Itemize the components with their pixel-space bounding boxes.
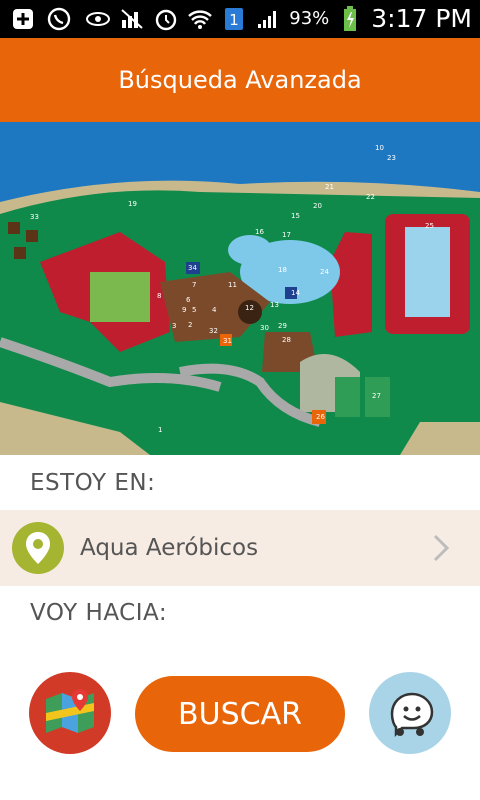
clock: 3:17 PM xyxy=(371,4,472,33)
svg-text:29: 29 xyxy=(278,322,287,330)
svg-text:31: 31 xyxy=(223,337,232,345)
svg-text:1: 1 xyxy=(158,426,162,434)
eye-icon xyxy=(85,6,111,32)
sim-icon: 1 xyxy=(221,6,247,32)
battery-charging-icon xyxy=(337,5,363,32)
location-pin-icon xyxy=(12,522,64,574)
search-button[interactable]: BUSCAR xyxy=(135,676,345,752)
svg-text:5: 5 xyxy=(192,306,196,314)
svg-text:19: 19 xyxy=(128,200,137,208)
signal-muted-icon xyxy=(119,6,145,32)
page-title: Búsqueda Avanzada xyxy=(118,66,362,94)
svg-text:6: 6 xyxy=(186,296,191,304)
svg-text:15: 15 xyxy=(291,212,300,220)
action-bar: BUSCAR xyxy=(0,670,480,760)
cell-signal-icon xyxy=(255,6,281,32)
svg-text:20: 20 xyxy=(313,202,322,210)
svg-text:10: 10 xyxy=(375,144,384,152)
current-location-value: Aqua Aeróbicos xyxy=(80,535,259,561)
chevron-right-icon xyxy=(426,528,456,568)
svg-text:22: 22 xyxy=(366,193,375,201)
battery-percentage: 93% xyxy=(289,8,330,29)
svg-text:27: 27 xyxy=(372,392,381,400)
svg-text:3: 3 xyxy=(172,322,176,330)
plus-icon xyxy=(10,6,36,32)
svg-text:12: 12 xyxy=(245,304,254,312)
current-location-selector[interactable]: Aqua Aeróbicos xyxy=(0,510,480,586)
status-bar: 1 93% 3:17 PM xyxy=(0,0,480,38)
destination-label: VOY HACIA: xyxy=(30,600,168,626)
current-location-label: ESTOY EN: xyxy=(30,470,156,496)
svg-text:23: 23 xyxy=(387,154,396,162)
resort-map-illustration: 1023 3319 347 118 12 13 1416 1715 2021 22… xyxy=(0,122,480,455)
svg-text:32: 32 xyxy=(209,327,218,335)
svg-text:14: 14 xyxy=(291,289,300,297)
svg-text:18: 18 xyxy=(278,266,287,274)
whatsapp-icon xyxy=(46,6,72,32)
svg-text:16: 16 xyxy=(255,228,264,236)
google-maps-button[interactable] xyxy=(29,672,111,754)
svg-text:9: 9 xyxy=(182,306,186,314)
alarm-icon xyxy=(153,6,179,32)
svg-text:25: 25 xyxy=(425,222,434,230)
app-bar: Búsqueda Avanzada xyxy=(0,38,480,122)
sim-slot-number: 1 xyxy=(229,11,239,29)
svg-text:26: 26 xyxy=(316,413,325,421)
svg-text:2: 2 xyxy=(188,321,192,329)
svg-text:24: 24 xyxy=(320,268,329,276)
svg-text:7: 7 xyxy=(192,281,196,289)
svg-text:30: 30 xyxy=(260,324,269,332)
resort-map[interactable]: 10 23 33 19 34 7 11 8 12 13 14 16 17 15 20 21 22… xyxy=(0,122,480,455)
wifi-icon xyxy=(187,6,213,32)
google-maps-icon xyxy=(46,689,94,733)
svg-text:34: 34 xyxy=(188,264,197,272)
svg-text:21: 21 xyxy=(325,183,334,191)
svg-text:8: 8 xyxy=(157,292,161,300)
svg-text:13: 13 xyxy=(270,301,279,309)
svg-text:11: 11 xyxy=(228,281,237,289)
svg-text:28: 28 xyxy=(282,336,291,344)
waze-button[interactable] xyxy=(369,672,451,754)
svg-text:4: 4 xyxy=(212,306,217,314)
svg-text:17: 17 xyxy=(282,231,291,239)
svg-text:33: 33 xyxy=(30,213,39,221)
waze-icon xyxy=(390,692,434,738)
